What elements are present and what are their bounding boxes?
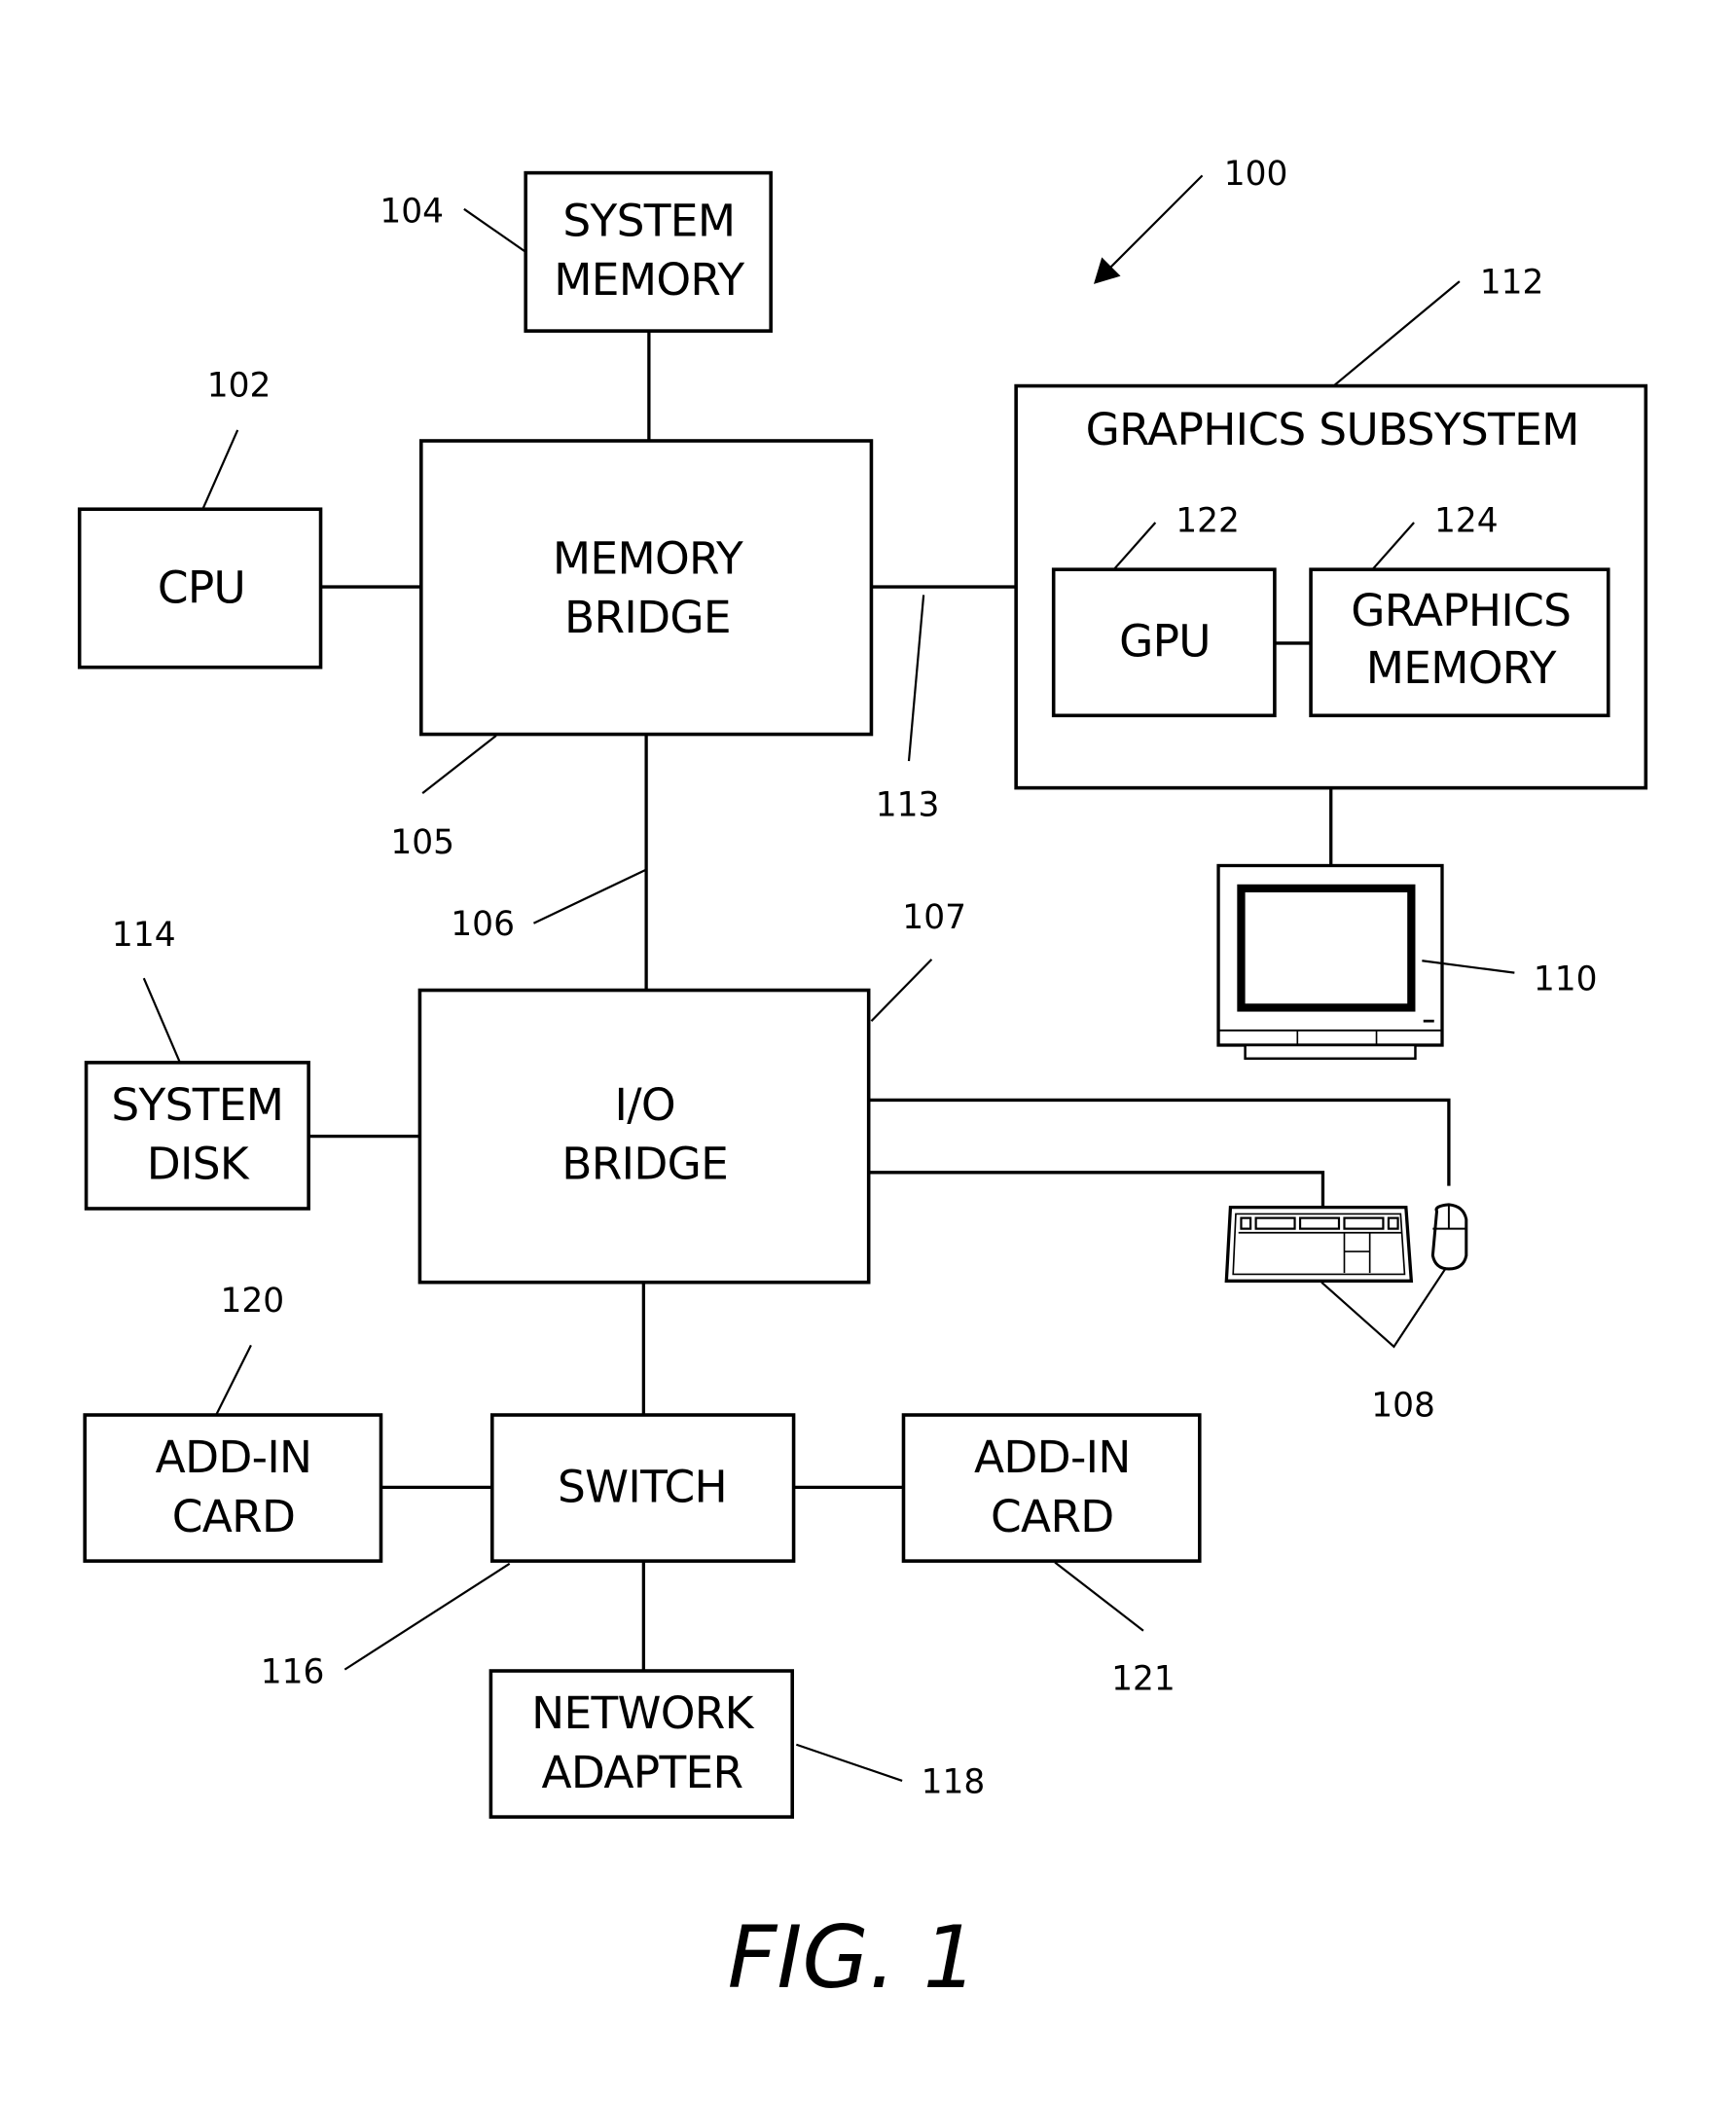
network-adapter-line-1: NETWORK: [531, 1687, 755, 1739]
block-diagram: 100 SYSTEM MEMORY 104 CPU 102 MEMORY BRI…: [77, 155, 1648, 2008]
ref-label-113: 113: [876, 786, 940, 825]
ref-label-121: 121: [1111, 1659, 1175, 1698]
leader-107: [870, 959, 933, 1022]
graphics-subsystem-label: GRAPHICS SUBSYSTEM: [1086, 404, 1579, 455]
leader-102: [201, 429, 239, 510]
ref-label-100: 100: [1224, 155, 1288, 194]
ref-label-118: 118: [922, 1762, 986, 1801]
ref-label-104: 104: [380, 193, 444, 232]
add-in-card-right-line-1: ADD-IN: [974, 1431, 1131, 1483]
memory-bridge-line-1: MEMORY: [553, 532, 743, 584]
leader-118: [795, 1743, 903, 1782]
leader-106: [532, 868, 647, 924]
graphics-memory-line-1: GRAPHICS: [1351, 585, 1571, 636]
ref-label-106: 106: [451, 905, 515, 944]
system-memory-line-2: MEMORY: [554, 254, 744, 306]
figure-caption: FIG. 1: [728, 1907, 978, 2008]
add-in-card-right-line-2: CARD: [991, 1491, 1114, 1542]
ref-label-114: 114: [112, 916, 176, 955]
arrow-line: [1108, 174, 1204, 270]
system-disk-block: SYSTEM DISK 114: [84, 916, 310, 1211]
leader-105: [421, 735, 497, 795]
switch-label: SWITCH: [558, 1462, 727, 1513]
link-iobridge-keyboard: [868, 1171, 1325, 1207]
ref-label-116: 116: [261, 1652, 325, 1691]
leader-121: [1054, 1561, 1144, 1632]
add-in-card-right-block: ADD-IN CARD 121: [901, 1413, 1202, 1698]
system-reference-100: 100: [1094, 155, 1287, 284]
add-in-card-left-block: ADD-IN CARD 120: [83, 1282, 383, 1563]
io-bridge-line-1: I/O: [615, 1079, 675, 1131]
network-adapter-line-2: ADAPTER: [542, 1747, 743, 1798]
system-memory-line-1: SYSTEM: [562, 195, 735, 246]
system-disk-line-1: SYSTEM: [111, 1079, 283, 1131]
leader-116: [344, 1562, 511, 1671]
ref-label-112: 112: [1480, 264, 1544, 303]
ref-label-107: 107: [902, 898, 966, 937]
keyboard-icon: [1224, 1205, 1414, 1283]
io-bridge-line-2: BRIDGE: [561, 1139, 728, 1190]
ref-label-108: 108: [1371, 1386, 1435, 1425]
memory-bridge-line-2: BRIDGE: [564, 592, 731, 643]
memory-bridge-block: MEMORY BRIDGE 105: [390, 439, 874, 862]
ref-label-120: 120: [220, 1282, 284, 1321]
display-monitor-icon: [1216, 863, 1444, 1061]
leader-104: [463, 207, 526, 253]
cpu-block: CPU 102: [77, 367, 323, 670]
add-in-card-left-line-2: CARD: [172, 1491, 296, 1542]
memory-bridge-box: [419, 439, 874, 737]
leader-112: [1332, 280, 1461, 387]
io-bridge-box: [417, 988, 871, 1285]
system-disk-line-2: DISK: [147, 1139, 250, 1190]
system-memory-block: SYSTEM MEMORY 104: [380, 170, 773, 333]
ref-label-110: 110: [1534, 960, 1598, 999]
graphics-memory-line-2: MEMORY: [1366, 642, 1557, 694]
gpu-label: GPU: [1119, 616, 1211, 668]
ref-label-105: 105: [390, 823, 454, 862]
leader-120: [215, 1344, 252, 1416]
leader-113: [907, 595, 925, 762]
add-in-card-left-line-1: ADD-IN: [156, 1431, 312, 1483]
ref-label-102: 102: [207, 367, 271, 406]
leader-114: [142, 977, 181, 1064]
mouse-icon: [1430, 1203, 1468, 1271]
cpu-label: CPU: [158, 562, 245, 614]
ref-label-122: 122: [1175, 502, 1240, 541]
io-bridge-block: I/O BRIDGE 107: [417, 898, 966, 1285]
network-adapter-block: NETWORK ADAPTER 118: [488, 1669, 986, 1819]
graphics-subsystem-block: GRAPHICS SUBSYSTEM 112 GPU 122 GRAPHICS …: [1014, 264, 1648, 790]
ref-label-124: 124: [1434, 502, 1499, 541]
